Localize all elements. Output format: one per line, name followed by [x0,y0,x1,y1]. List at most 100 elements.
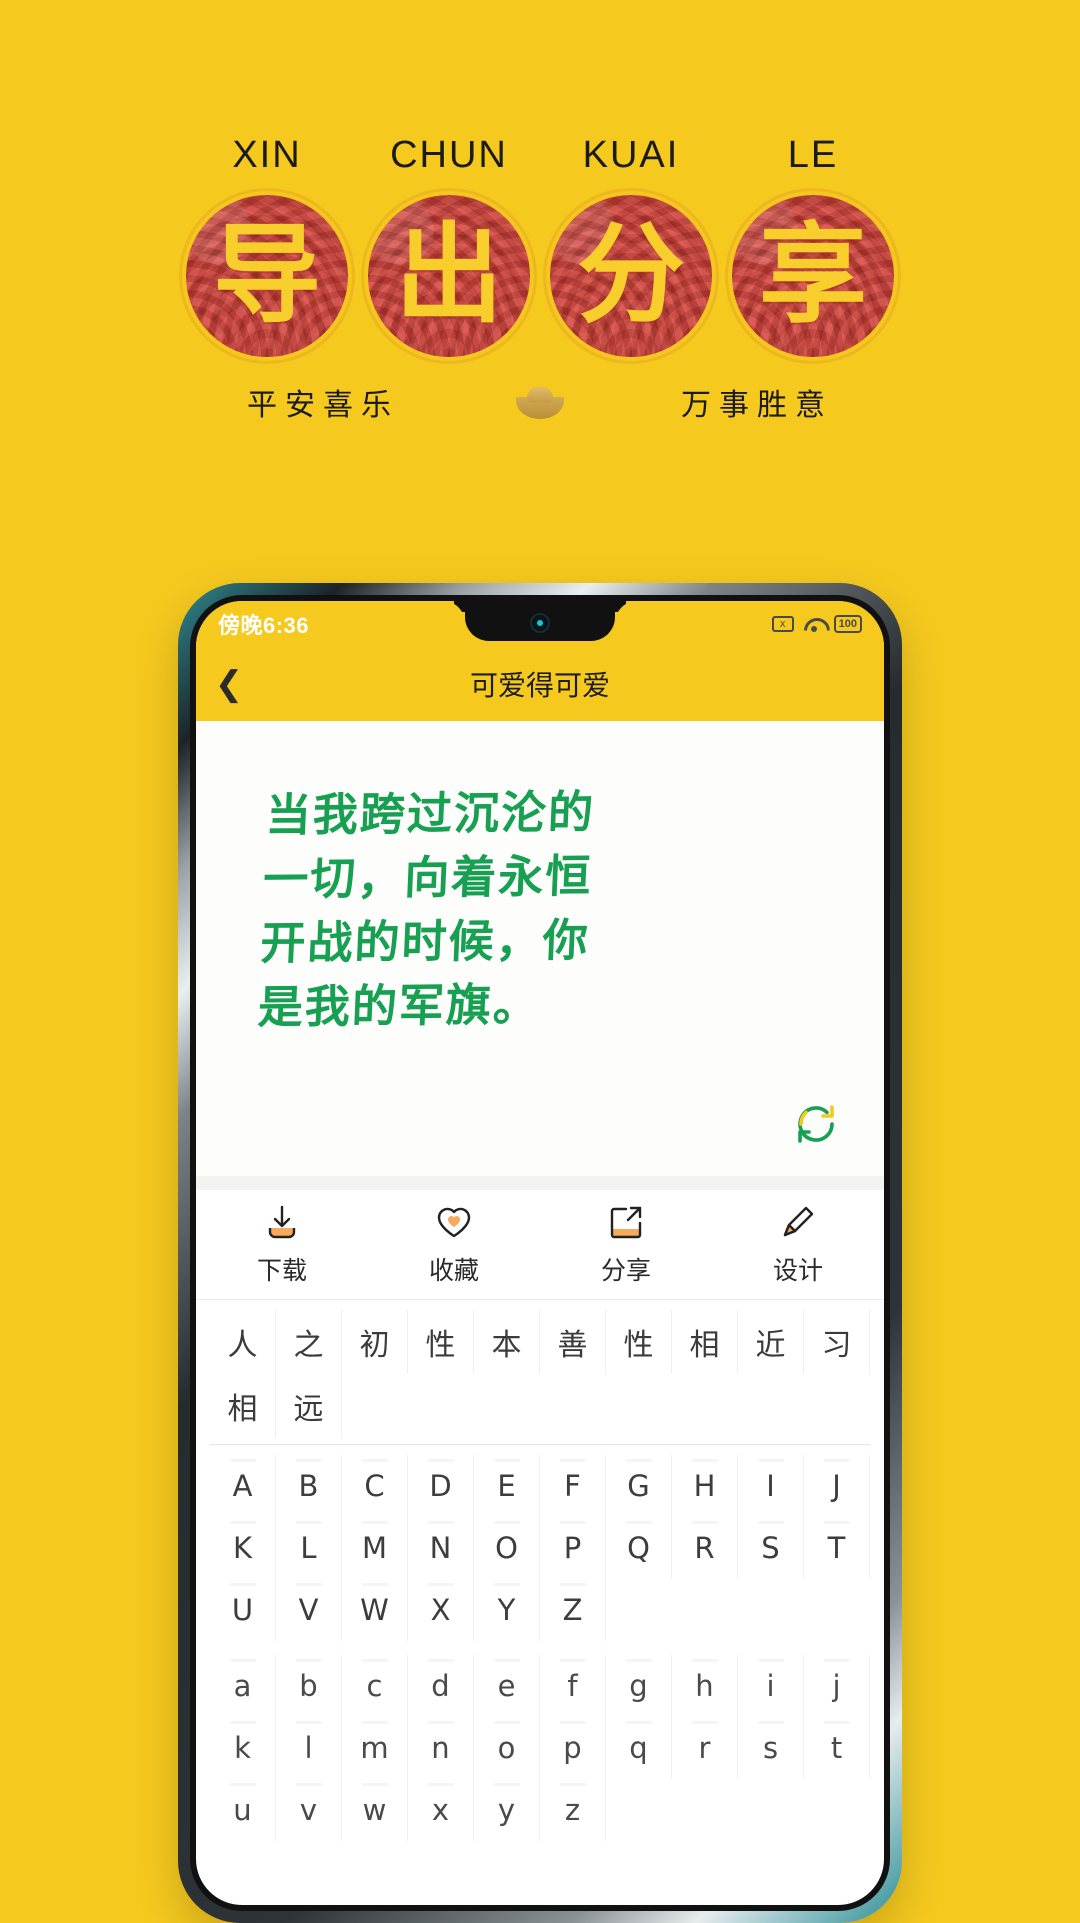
key-k[interactable]: k [210,1717,276,1779]
key-N[interactable]: N [408,1517,474,1579]
key-T[interactable]: T [804,1517,870,1579]
key-U[interactable]: U [210,1579,276,1641]
seal-fen: 分 [540,195,722,357]
key-d[interactable]: d [408,1655,474,1717]
key-S[interactable]: S [738,1517,804,1579]
hanzi-key[interactable]: 本 [474,1310,540,1374]
pinyin-xin: XIN [232,134,302,176]
key-q[interactable]: q [606,1717,672,1779]
key-j[interactable]: j [804,1655,870,1717]
key-r[interactable]: r [672,1717,738,1779]
alpha-keys: A B C D E F G H I J K L M N O P Q R S T … [210,1445,870,1841]
seal-disc: 分 [550,195,712,357]
key-s[interactable]: s [738,1717,804,1779]
hanzi-key[interactable]: 初 [342,1310,408,1374]
key-e[interactable]: e [474,1655,540,1717]
pinyin-le: LE [787,134,839,176]
hanzi-key[interactable]: 近 [738,1310,804,1374]
key-b[interactable]: b [276,1655,342,1717]
hanzi-key[interactable]: 之 [276,1310,342,1374]
key-W[interactable]: W [342,1579,408,1641]
heart-icon [434,1202,474,1242]
key-B[interactable]: B [276,1455,342,1517]
hanzi-key[interactable]: 相 [672,1310,738,1374]
alpha-row: U V W X Y Z [210,1579,870,1641]
blessing-row: 平安喜乐 万事胜意 [0,380,1080,424]
pinyin-kuai: KUAI [582,134,680,176]
key-h[interactable]: h [672,1655,738,1717]
key-y[interactable]: y [474,1779,540,1841]
seal-xiang: 享 [722,195,904,357]
key-t[interactable]: t [804,1717,870,1779]
blessing-right: 万事胜意 [681,389,833,422]
key-X[interactable]: X [408,1579,474,1641]
key-p[interactable]: p [540,1717,606,1779]
app-header: ❮ 可爱得可爱 [196,647,884,721]
hanzi-key[interactable]: 善 [540,1310,606,1374]
key-M[interactable]: M [342,1517,408,1579]
quote-line: 当我跨过沉沦的 [264,785,597,842]
action-design[interactable]: 设计 [712,1202,884,1287]
keyboard-row-gap [210,1641,870,1655]
key-a[interactable]: a [210,1655,276,1717]
key-c[interactable]: c [342,1655,408,1717]
key-I[interactable]: I [738,1455,804,1517]
key-V[interactable]: V [276,1579,342,1641]
hanzi-candidates: 人 之 初 性 本 善 性 相 近 习 相 远 [210,1310,870,1445]
status-icons: x 100 [771,615,862,633]
hanzi-key[interactable]: 人 [210,1310,276,1374]
seal-chu: 出 [358,195,540,357]
key-H[interactable]: H [672,1455,738,1517]
action-download[interactable]: 下载 [196,1202,368,1287]
key-x[interactable]: x [408,1779,474,1841]
hanzi-key[interactable]: 习 [804,1310,870,1374]
key-J[interactable]: J [804,1455,870,1517]
key-O[interactable]: O [474,1517,540,1579]
seal-char: 出 [394,213,503,338]
hanzi-key[interactable]: 远 [276,1374,342,1438]
action-share[interactable]: 分享 [540,1202,712,1287]
action-favorite[interactable]: 收藏 [368,1202,540,1287]
share-icon [606,1202,646,1242]
key-L[interactable]: L [276,1517,342,1579]
key-E[interactable]: E [474,1455,540,1517]
pencil-icon [778,1202,818,1242]
key-w[interactable]: w [342,1779,408,1841]
key-R[interactable]: R [672,1517,738,1579]
key-i[interactable]: i [738,1655,804,1717]
key-A[interactable]: A [210,1455,276,1517]
quote-line: 开战的时候，你 [259,913,591,970]
key-Y[interactable]: Y [474,1579,540,1641]
key-n[interactable]: n [408,1717,474,1779]
hanzi-key[interactable]: 性 [606,1310,672,1374]
hanzi-key[interactable]: 相 [210,1374,276,1438]
key-l[interactable]: l [276,1717,342,1779]
hanzi-key[interactable]: 性 [408,1310,474,1374]
seal-char: 分 [576,213,685,338]
hanzi-row: 人 之 初 性 本 善 性 相 近 习 [210,1310,870,1374]
key-P[interactable]: P [540,1517,606,1579]
alpha-row: a b c d e f g h i j [210,1655,870,1717]
seal-row: 导 出 分 享 [0,195,1080,357]
key-K[interactable]: K [210,1517,276,1579]
key-z[interactable]: z [540,1779,606,1841]
refresh-icon[interactable] [792,1100,840,1148]
key-o[interactable]: o [474,1717,540,1779]
quote-line: 一切，向着永恒 [262,849,594,906]
key-G[interactable]: G [606,1455,672,1517]
key-f[interactable]: f [540,1655,606,1717]
key-u[interactable]: u [210,1779,276,1841]
front-camera-icon [530,613,550,633]
key-Z[interactable]: Z [540,1579,606,1641]
key-m[interactable]: m [342,1717,408,1779]
key-g[interactable]: g [606,1655,672,1717]
hanzi-row: 相 远 [210,1374,870,1438]
action-label: 下载 [256,1257,307,1285]
alpha-row: k l m n o p q r s t [210,1717,870,1779]
key-C[interactable]: C [342,1455,408,1517]
key-Q[interactable]: Q [606,1517,672,1579]
key-F[interactable]: F [540,1455,606,1517]
key-v[interactable]: v [276,1779,342,1841]
phone-mockup: 傍晚6:36 x 100 ❮ 可爱得可爱 当我跨过沉沦的 一切，向着永恒 开战的… [178,583,902,1923]
key-D[interactable]: D [408,1455,474,1517]
